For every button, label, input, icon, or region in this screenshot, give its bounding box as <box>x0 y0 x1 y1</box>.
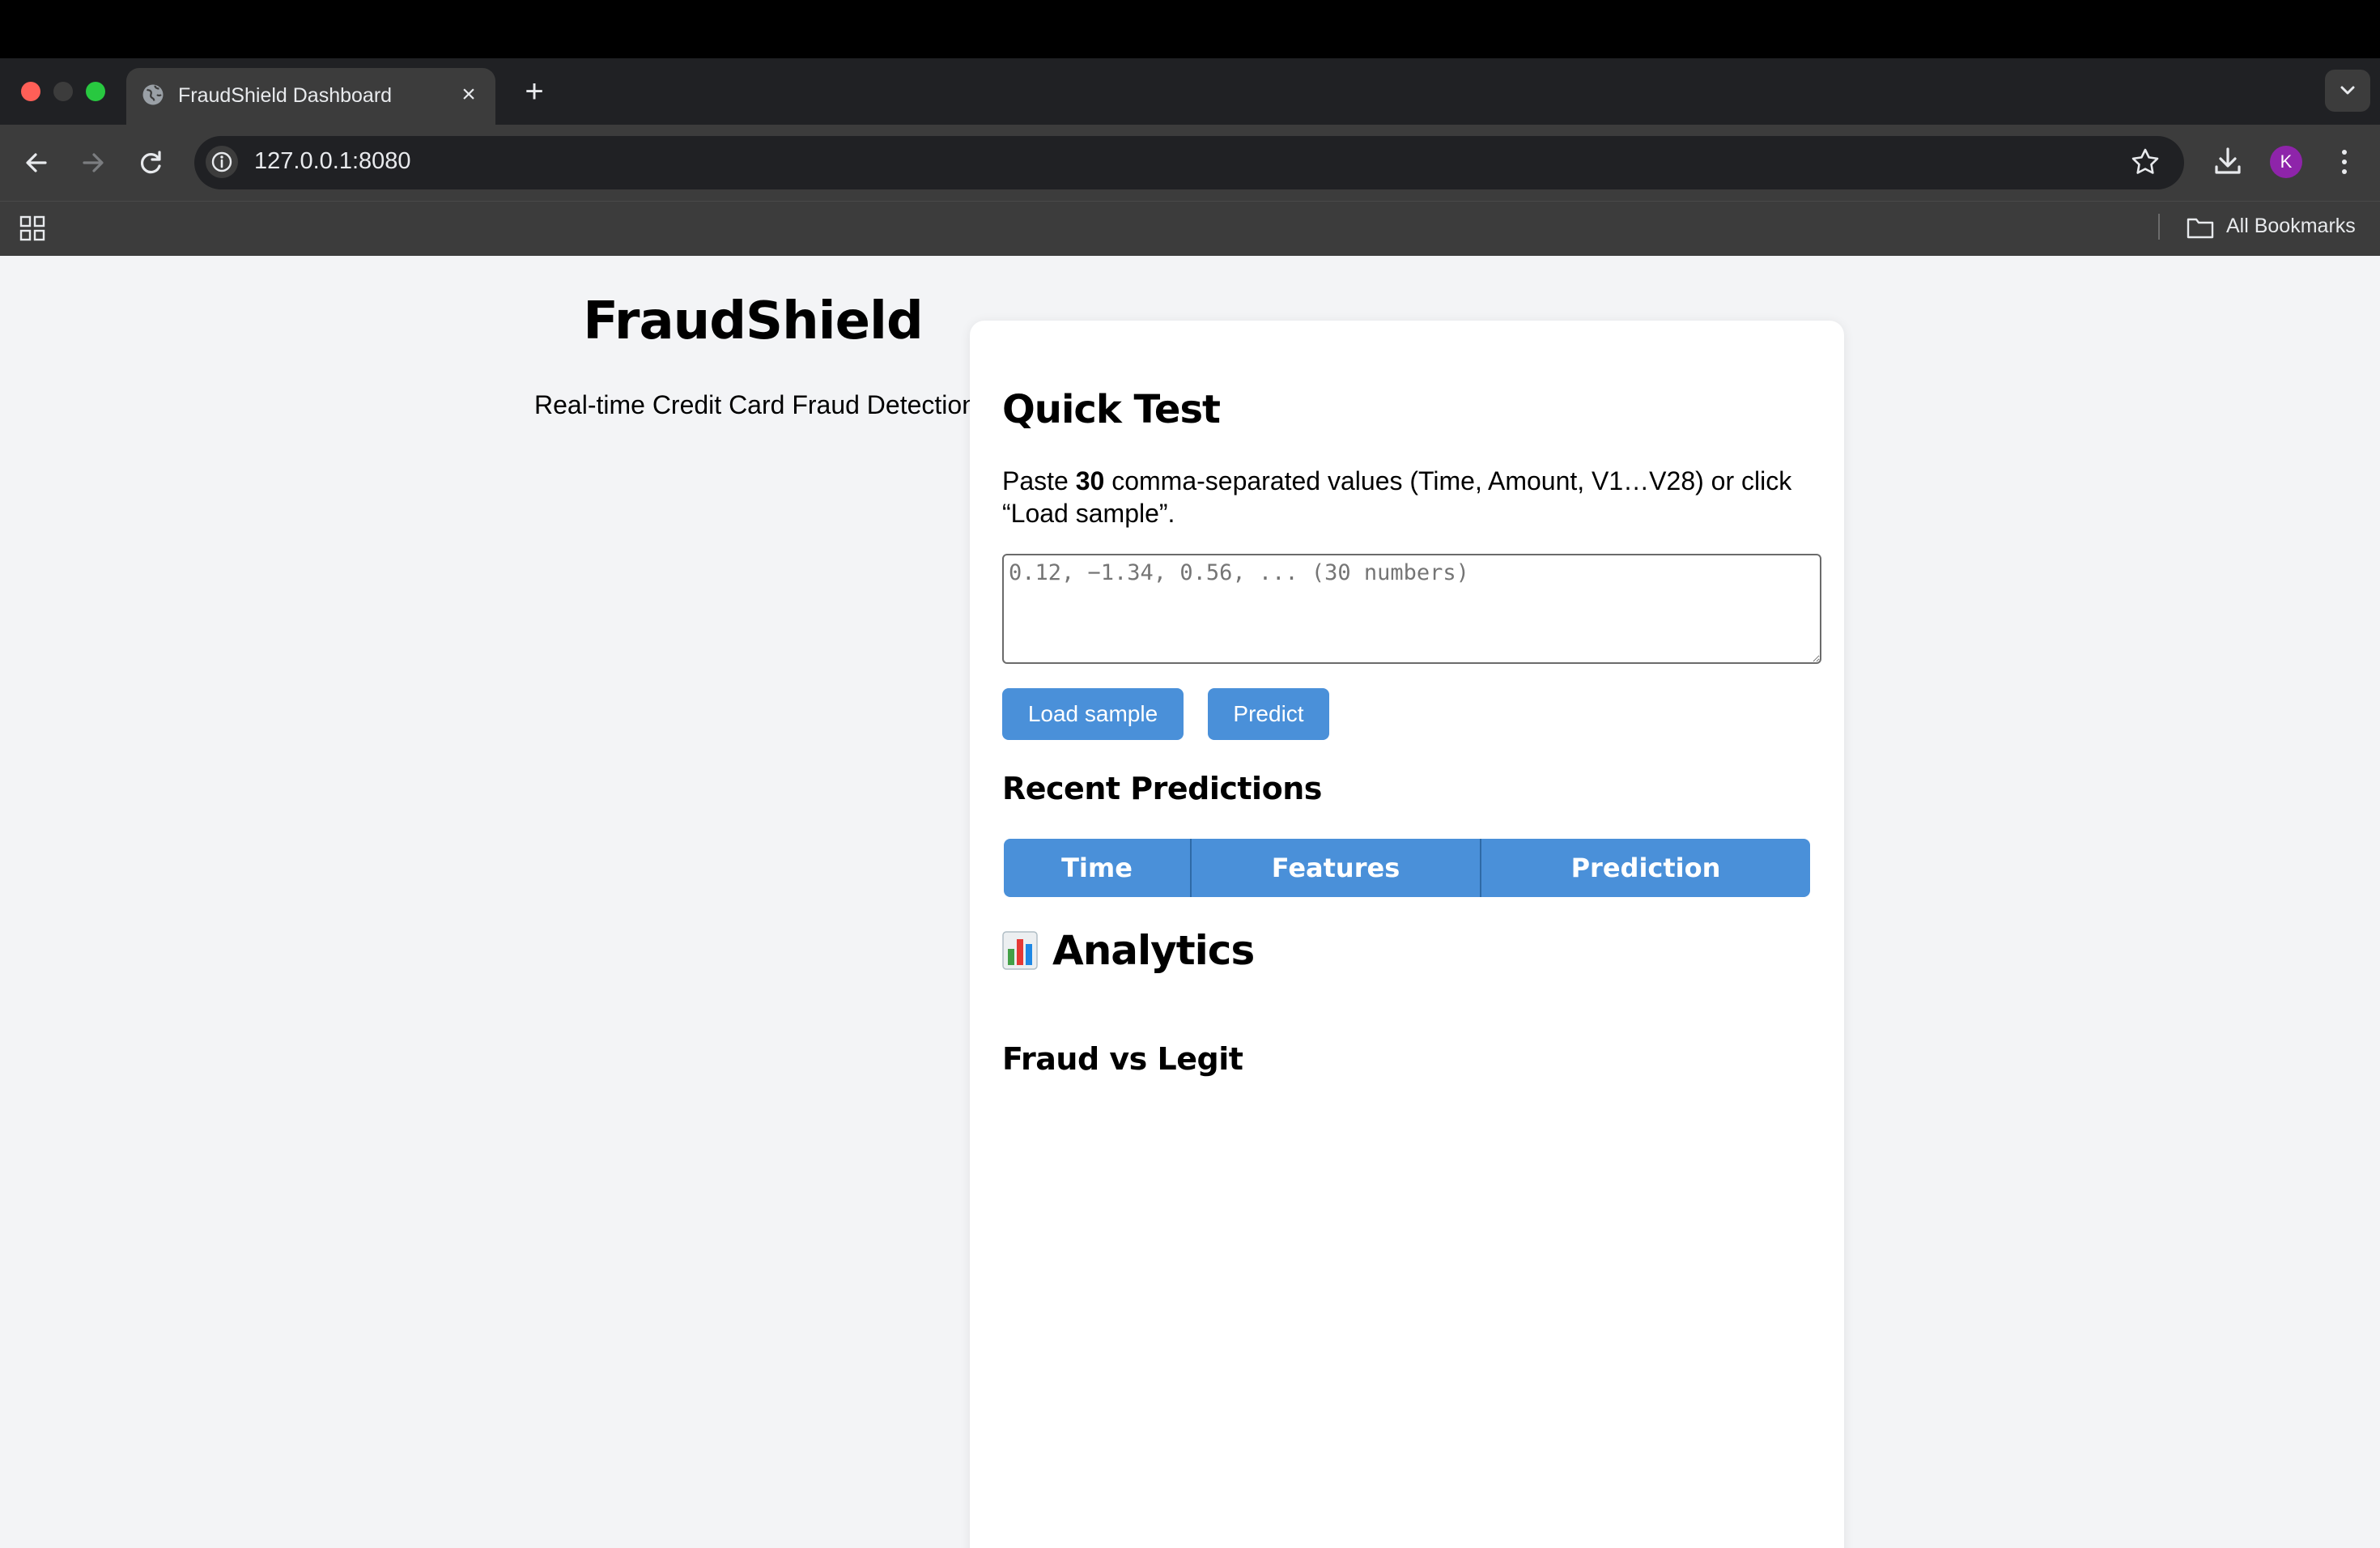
fraud-vs-legit-title: Fraud vs Legit <box>1002 1041 1243 1077</box>
quick-test-card: Quick Test Paste 30 comma-separated valu… <box>970 321 1844 1548</box>
recent-predictions-title: Recent Predictions <box>1002 771 1322 806</box>
column-header-prediction[interactable]: Prediction <box>1481 839 1810 897</box>
back-arrow-icon[interactable] <box>16 142 57 183</box>
instructions-suffix: comma-separated values (Time, Amount, V1… <box>1002 466 1792 528</box>
all-bookmarks-label[interactable]: All Bookmarks <box>2226 215 2356 238</box>
page-body: FraudShield Real-time Credit Card Fraud … <box>0 256 2380 1548</box>
address-bar[interactable] <box>194 136 2184 189</box>
column-header-time[interactable]: Time <box>1004 839 1192 897</box>
more-menu-icon[interactable] <box>2331 144 2357 180</box>
apps-grid-icon[interactable] <box>18 214 47 243</box>
close-tab-icon[interactable]: × <box>455 81 482 108</box>
tab-search-button[interactable] <box>2325 70 2370 112</box>
forward-arrow-icon[interactable] <box>73 142 113 183</box>
instructions-count: 30 <box>1075 466 1105 495</box>
bookmarks-separator <box>2158 214 2160 240</box>
analytics-heading: Analytics <box>1002 926 1255 975</box>
bookmarks-bar <box>0 201 2380 256</box>
column-header-features[interactable]: Features <box>1192 839 1481 897</box>
chevron-down-icon <box>2340 86 2355 95</box>
values-input[interactable] <box>1002 554 1821 664</box>
brand-subtitle: Real-time Credit Card Fraud Detection <box>534 390 976 419</box>
tab-title: FraudShield Dashboard <box>178 84 393 107</box>
globe-icon <box>142 84 164 105</box>
folder-icon[interactable] <box>2186 215 2215 240</box>
bar-chart-icon <box>1002 931 1038 970</box>
maximize-window-button[interactable] <box>86 82 105 101</box>
quick-test-title: Quick Test <box>1002 387 1221 432</box>
profile-avatar[interactable]: K <box>2270 146 2302 178</box>
screen-top-bar <box>0 0 2380 58</box>
minimize-window-button[interactable] <box>53 82 73 101</box>
predict-button[interactable]: Predict <box>1208 688 1329 740</box>
url-text[interactable]: 127.0.0.1:8080 <box>254 148 411 175</box>
reload-icon[interactable] <box>131 142 172 183</box>
site-info-button[interactable] <box>206 146 238 178</box>
info-icon <box>211 151 232 172</box>
download-icon[interactable] <box>2210 142 2246 180</box>
load-sample-button[interactable]: Load sample <box>1002 688 1184 740</box>
analytics-title: Analytics <box>1052 927 1255 974</box>
close-window-button[interactable] <box>21 82 40 101</box>
instructions-prefix: Paste <box>1002 466 1076 495</box>
bookmark-star-icon[interactable] <box>2127 144 2163 180</box>
brand-header: FraudShield <box>534 291 971 351</box>
browser-tab-active[interactable]: FraudShield Dashboard × <box>126 68 495 125</box>
brand-title: FraudShield <box>583 291 924 351</box>
predictions-table-header: Time Features Prediction <box>1004 839 1810 897</box>
new-tab-button[interactable]: + <box>518 73 550 110</box>
quick-test-instructions: Paste 30 comma-separated values (Time, A… <box>1002 465 1820 529</box>
